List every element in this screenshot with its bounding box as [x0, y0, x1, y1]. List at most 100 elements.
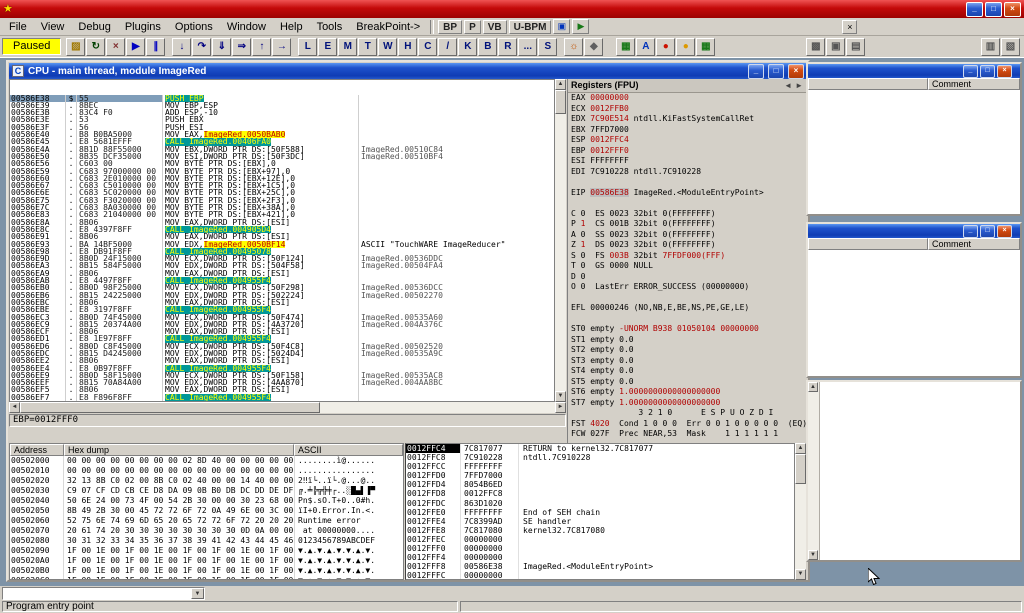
side-window-1-titlebar[interactable]: _ □ ×	[808, 64, 1020, 78]
disasm-row[interactable]: 00586E8C.E8 4397F8FFCALL ImageRed.004905…	[10, 226, 554, 233]
dump-row[interactable]: 0050200000 00 00 00 00 00 00 00 02 8D 40…	[10, 456, 403, 466]
stack-row[interactable]: 0012FFD07FFD7000	[406, 471, 794, 480]
registers-scroll-left-icon[interactable]: ◄	[784, 79, 795, 92]
maximize-icon[interactable]: □	[985, 2, 1002, 17]
disasm-row[interactable]: 00586EF7.E8 F896F8FFCALL ImageRed.004955…	[10, 394, 554, 401]
minimize-icon[interactable]: _	[966, 2, 983, 17]
side-window-3-vscrollbar[interactable]: ▲ ▼	[808, 382, 820, 560]
source-window-button[interactable]: S	[538, 38, 557, 56]
side-window-2-titlebar[interactable]: _ □ ×	[808, 224, 1020, 238]
window-list-icon[interactable]: ▥	[981, 38, 1000, 56]
disasm-row[interactable]: 00586EBC.8B06MOV EAX,DWORD PTR DS:[ESI]	[10, 299, 554, 306]
stack-row[interactable]: 0012FFE47C8399ADSE handler	[406, 517, 794, 526]
animate-over-icon[interactable]: ⇒	[232, 38, 251, 56]
disasm-row[interactable]: 00586EA3.8B15 584F5000MOV EDX,DWORD PTR …	[10, 262, 554, 269]
runtrace-window-button[interactable]: ...	[518, 38, 537, 56]
disasm-row[interactable]: 00586EEF.8B15 70A84A00MOV EDX,DWORD PTR …	[10, 379, 554, 386]
minimize-icon[interactable]: _	[963, 225, 978, 238]
breakpoint-window-icon[interactable]: ▣	[553, 19, 570, 34]
disasm-row[interactable]: 00586E75.C683 F3020000 00MOV BYTE PTR DS…	[10, 197, 554, 204]
disasm-row[interactable]: 00586EE9.8B0D 58F15000MOV ECX,DWORD PTR …	[10, 372, 554, 379]
cpu-minimize-icon[interactable]: _	[748, 64, 764, 79]
disasm-row[interactable]: 00586E8A.8B06MOV EAX,DWORD PTR DS:[ESI]	[10, 219, 554, 226]
minimize-icon[interactable]: _	[963, 65, 978, 78]
dump-row[interactable]: 005020C01F 00 1E 00 1F 00 1E 00 1F 00 1F…	[10, 576, 403, 580]
chevron-down-icon[interactable]: ▼	[191, 588, 204, 599]
disasm-row[interactable]: 00586E45.E8 5681EFFFCALL ImageRed.00406F…	[10, 138, 554, 145]
scroll-down-icon[interactable]: ▼	[795, 569, 806, 580]
memory-window-button[interactable]: M	[338, 38, 357, 56]
arrange-icons-icon[interactable]: ▤	[846, 38, 865, 56]
callstack-window-button[interactable]: K	[458, 38, 477, 56]
log-window-button[interactable]: L	[298, 38, 317, 56]
toolbar-close-icon[interactable]: ×	[842, 20, 857, 34]
disasm-row[interactable]: 00586E40.B8 B0BA5000MOV EAX,ImageRed.005…	[10, 131, 554, 138]
disasm-row[interactable]: 00586E59.C683 97000000 00MOV BYTE PTR DS…	[10, 168, 554, 175]
stack-row[interactable]: 0012FFCCFFFFFFFF	[406, 462, 794, 471]
patches-window-button[interactable]: /	[438, 38, 457, 56]
executables-window-button[interactable]: E	[318, 38, 337, 56]
dump-row[interactable]: 005020901F 00 1E 00 1F 00 1E 00 1F 00 1F…	[10, 546, 403, 556]
registers-pane[interactable]: Registers (FPU) ◄ ► EAX 00000000ECX 0012…	[567, 79, 806, 443]
memory-map-icon[interactable]: ▦	[616, 38, 635, 56]
disasm-row[interactable]: 00586EC9.8B15 20374A00MOV EDX,DWORD PTR …	[10, 321, 554, 328]
debug-options-icon[interactable]: ☼	[564, 38, 583, 56]
stack-row[interactable]: 0012FFC47C817077RETURN to kernel32.7C817…	[406, 444, 794, 453]
goto-address-icon[interactable]: →	[272, 38, 291, 56]
disasm-row[interactable]: 00586E3B.83C4 F0ADD ESP,-10	[10, 109, 554, 116]
run-icon[interactable]: ▶	[126, 38, 145, 56]
stack-row[interactable]: 0012FFF000000000	[406, 544, 794, 553]
menu-item-breakpoint[interactable]: BreakPoint->	[349, 19, 427, 35]
patch-manager-icon[interactable]: ▦	[696, 38, 715, 56]
cpu-maximize-icon[interactable]: □	[768, 64, 784, 79]
side-window-1[interactable]: _ □ × Comment	[806, 62, 1022, 216]
dump-header-hex[interactable]: Hex dump	[64, 444, 294, 456]
dump-row[interactable]: 0050208030 31 32 33 34 35 36 37 38 39 41…	[10, 536, 403, 546]
close-process-icon[interactable]: ×	[106, 38, 125, 56]
stack-row[interactable]: 0012FFE0FFFFFFFFEnd of SEH chain	[406, 508, 794, 517]
scroll-up-icon[interactable]: ▲	[795, 443, 806, 454]
dump-header-address[interactable]: Address	[10, 444, 64, 456]
dump-row[interactable]: 0050206052 75 6E 74 69 6D 65 20 65 72 72…	[10, 516, 403, 526]
side-window-2[interactable]: _ □ × Comment	[806, 222, 1022, 378]
assembler-icon[interactable]: A	[636, 38, 655, 56]
column-header[interactable]	[808, 78, 928, 90]
dump-row[interactable]: 005020A01F 00 1E 00 1F 00 1E 00 1F 00 1F…	[10, 556, 403, 566]
menu-button-ubpm[interactable]: U-BPM	[509, 20, 552, 34]
run-to-cursor-icon[interactable]: ▶	[572, 19, 589, 34]
disasm-row[interactable]: 00586E83.C683 21040000 00MOV BYTE PTR DS…	[10, 211, 554, 218]
window-titlebar[interactable]: ★ _ □ ×	[0, 0, 1024, 18]
stack-row[interactable]: 0012FFD48054B6ED	[406, 480, 794, 489]
scroll-right-icon[interactable]: ►	[555, 402, 566, 413]
cascade-windows-icon[interactable]: ▣	[826, 38, 845, 56]
disasm-row[interactable]: 00586EAB.E8 4497F8FFCALL ImageRed.004955…	[10, 277, 554, 284]
scroll-down-icon[interactable]: ▼	[555, 391, 566, 402]
menu-button-bp[interactable]: BP	[438, 20, 462, 34]
disasm-row[interactable]: 00586EB6.8B15 24225000MOV EDX,DWORD PTR …	[10, 292, 554, 299]
dump-row[interactable]: 0050201000 00 00 00 00 00 00 00 00 00 00…	[10, 466, 403, 476]
disasm-row[interactable]: 00586EC3.8B0D 74F45000MOV ECX,DWORD PTR …	[10, 314, 554, 321]
step-into-icon[interactable]: ↓	[172, 38, 191, 56]
disasm-row[interactable]: 00586E4A.8B1D 88F55000MOV EBX,DWORD PTR …	[10, 146, 554, 153]
disasm-row[interactable]: 00586E3F.56PUSH ESI	[10, 124, 554, 131]
disasm-row[interactable]: 00586E3E.53PUSH EBX	[10, 116, 554, 123]
disasm-vscrollbar[interactable]: ▲ ▼	[555, 79, 566, 402]
menu-item-tools[interactable]: Tools	[310, 19, 350, 35]
dump-row[interactable]: 005020B01F 00 1E 00 1F 00 1E 00 1F 00 1F…	[10, 566, 403, 576]
snapshot-icon[interactable]: ●	[676, 38, 695, 56]
maximize-icon[interactable]: □	[980, 65, 995, 78]
maximize-icon[interactable]: □	[980, 225, 995, 238]
scroll-up-icon[interactable]: ▲	[555, 79, 566, 90]
cpu-close-icon[interactable]: ×	[788, 64, 804, 79]
disasm-row[interactable]: 00586E6E.C683 5C020000 00MOV BYTE PTR DS…	[10, 189, 554, 196]
side-window-2-body[interactable]	[808, 250, 1020, 376]
disasm-row[interactable]: 00586EDC.8B15 D4245000MOV EDX,DWORD PTR …	[10, 350, 554, 357]
stack-vscroll-thumb[interactable]	[795, 454, 806, 484]
stack-row[interactable]: 0012FFC87C910228ntdll.7C910228	[406, 453, 794, 462]
menu-button-p[interactable]: P	[464, 20, 481, 34]
disasm-row[interactable]: 00586E67.C683 C5010000 00MOV BYTE PTR DS…	[10, 182, 554, 189]
execute-till-return-icon[interactable]: ↑	[252, 38, 271, 56]
cpu-window-button[interactable]: C	[418, 38, 437, 56]
stack-row[interactable]: 0012FFEC00000000	[406, 535, 794, 544]
dump-row[interactable]: 0050202032 13 8B C0 02 00 8B C0 02 40 00…	[10, 476, 403, 486]
